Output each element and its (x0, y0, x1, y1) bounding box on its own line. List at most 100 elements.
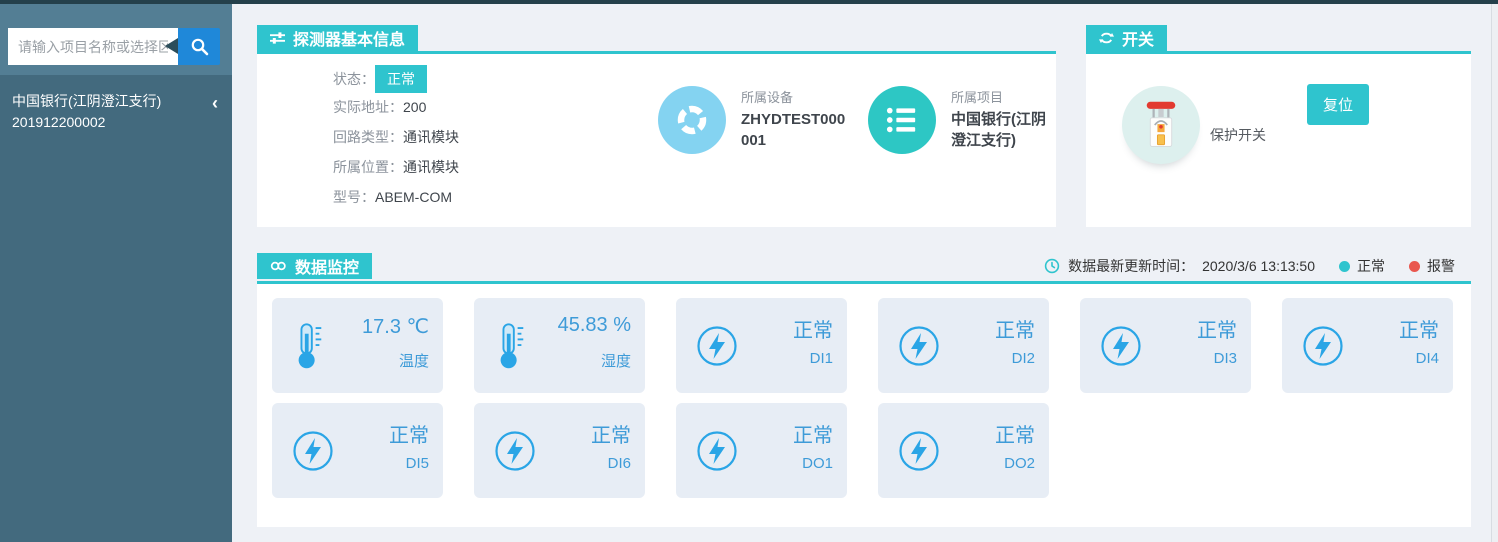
clock-icon (1044, 258, 1060, 274)
device-label: 所属设备 (741, 87, 849, 106)
thermometer-icon (292, 321, 326, 371)
search-button[interactable] (178, 28, 220, 65)
tile-value: 45.83 % (558, 314, 631, 337)
bolt-icon (494, 430, 536, 472)
data-tile: 正常 DO2 (878, 403, 1049, 498)
switch-panel-body: 保护开关 复位 (1086, 54, 1471, 227)
monitor-panel-header: 数据监控 (257, 253, 372, 279)
device-info-texts: 所属设备 ZHYDTEST000001 (741, 86, 849, 154)
sidebar-search (8, 28, 220, 65)
sidebar-item-project[interactable]: 中国银行(江阴澄江支行) 201912200002 ‹ (0, 75, 232, 147)
refresh-icon (1099, 31, 1114, 45)
tile-value: 正常 (793, 419, 833, 448)
sliders-icon (270, 31, 285, 45)
project-value: 中国银行(江阴澄江支行) (951, 109, 1053, 151)
field-model-label: 型号 (333, 187, 375, 207)
field-loop-type-value: 通讯模块 (403, 127, 459, 147)
tile-value: 正常 (1399, 314, 1439, 343)
data-tile: 17.3 ℃ 温度 (272, 298, 443, 393)
project-label: 所属项目 (951, 87, 1053, 106)
detector-panel-title: 探测器基本信息 (293, 26, 405, 50)
legend-alarm: 报警 (1409, 256, 1455, 276)
tile-value: 正常 (995, 419, 1035, 448)
tile-value: 正常 (591, 419, 631, 448)
lifebuoy-icon (674, 102, 710, 138)
status-badge: 正常 (375, 65, 427, 93)
data-tile: 正常 DI2 (878, 298, 1049, 393)
protection-switch-label: 保护开关 (1210, 125, 1266, 145)
project-item-text: 中国银行(江阴澄江支行) 201912200002 (12, 91, 161, 133)
reset-button[interactable]: 复位 (1307, 84, 1369, 125)
field-loop-type-label: 回路类型 (333, 127, 403, 147)
sidebar-project-list: 中国银行(江阴澄江支行) 201912200002 ‹ (0, 75, 232, 542)
bolt-icon (292, 430, 334, 472)
data-tile: 正常 DI4 (1282, 298, 1453, 393)
field-status: 状态 正常 (333, 66, 459, 92)
search-input[interactable] (8, 28, 178, 65)
field-status-label: 状态 (333, 69, 375, 89)
protection-switch-icon (1122, 86, 1200, 164)
data-tile: 正常 DI5 (272, 403, 443, 498)
chevron-left-icon[interactable]: ‹ (212, 94, 218, 133)
tile-label: 湿度 (601, 350, 631, 371)
switch-panel-title: 开关 (1122, 26, 1154, 50)
project-item-code: 201912200002 (12, 112, 161, 133)
legend-normal: 正常 (1339, 256, 1385, 276)
tile-label: DI2 (1012, 350, 1035, 367)
tile-value: 17.3 ℃ (362, 314, 429, 339)
field-location-label: 所属位置 (333, 157, 403, 177)
project-info-block: 所属项目 中国银行(江阴澄江支行) (868, 86, 1053, 154)
data-tile: 正常 DI3 (1080, 298, 1251, 393)
detector-panel-header: 探测器基本信息 (257, 25, 418, 51)
link-icon (270, 260, 287, 272)
update-time-label: 数据最新更新时间： (1068, 256, 1194, 276)
legend-alarm-label: 报警 (1427, 256, 1455, 276)
thermometer-icon (494, 321, 528, 371)
tile-label: DI1 (810, 350, 833, 367)
collapse-arrow-icon[interactable] (165, 38, 178, 54)
tile-label: DO2 (1004, 455, 1035, 472)
bolt-icon (696, 430, 738, 472)
device-circle (658, 86, 726, 154)
monitor-panel-title: 数据监控 (295, 254, 359, 278)
tile-value: 正常 (389, 419, 429, 448)
data-tile: 正常 DI6 (474, 403, 645, 498)
normal-dot-icon (1339, 261, 1350, 272)
tile-label: DO1 (802, 455, 833, 472)
field-address-label: 实际地址 (333, 97, 403, 117)
project-info-texts: 所属项目 中国银行(江阴澄江支行) (951, 86, 1053, 154)
update-time-row: 数据最新更新时间： 2020/3/6 13:13:50 (1044, 256, 1315, 276)
tile-label: DI5 (406, 455, 429, 472)
tile-label: DI6 (608, 455, 631, 472)
search-icon (190, 37, 209, 56)
monitor-legend-bar: 数据最新更新时间： 2020/3/6 13:13:50 正常 报警 (1044, 253, 1455, 279)
tile-value: 正常 (793, 314, 833, 343)
device-value: ZHYDTEST000001 (741, 109, 849, 151)
alarm-dot-icon (1409, 261, 1420, 272)
detector-fields: 状态 正常 实际地址 200 回路类型 通讯模块 所属位置 通讯模块 型号 AB… (333, 66, 459, 216)
tile-value: 正常 (995, 314, 1035, 343)
tile-label: 温度 (399, 350, 429, 371)
field-loop-type: 回路类型 通讯模块 (333, 126, 459, 148)
bolt-icon (1100, 325, 1142, 367)
field-location: 所属位置 通讯模块 (333, 156, 459, 178)
device-info-block: 所属设备 ZHYDTEST000001 (658, 86, 849, 154)
project-circle (868, 86, 936, 154)
monitor-panel-body: 17.3 ℃ 温度 45.83 % 湿度 正常 (257, 284, 1471, 527)
tiles-grid: 17.3 ℃ 温度 45.83 % 湿度 正常 (257, 284, 1471, 512)
field-model-value: ABEM-COM (375, 189, 452, 205)
bolt-icon (898, 325, 940, 367)
detector-panel-body: 状态 正常 实际地址 200 回路类型 通讯模块 所属位置 通讯模块 型号 AB… (257, 54, 1056, 227)
field-location-value: 通讯模块 (403, 157, 459, 177)
project-item-name: 中国银行(江阴澄江支行) (12, 91, 161, 112)
bolt-icon (1302, 325, 1344, 367)
tile-value: 正常 (1197, 314, 1237, 343)
field-address: 实际地址 200 (333, 96, 459, 118)
scrollbar-track[interactable] (1491, 4, 1498, 542)
data-tile: 45.83 % 湿度 (474, 298, 645, 393)
field-address-value: 200 (403, 99, 426, 115)
legend-normal-label: 正常 (1357, 256, 1385, 276)
sidebar: 中国银行(江阴澄江支行) 201912200002 ‹ (0, 4, 232, 542)
screen: 中国银行(江阴澄江支行) 201912200002 ‹ 探测器基本信息 状态 正… (0, 0, 1498, 542)
data-tile: 正常 DI1 (676, 298, 847, 393)
